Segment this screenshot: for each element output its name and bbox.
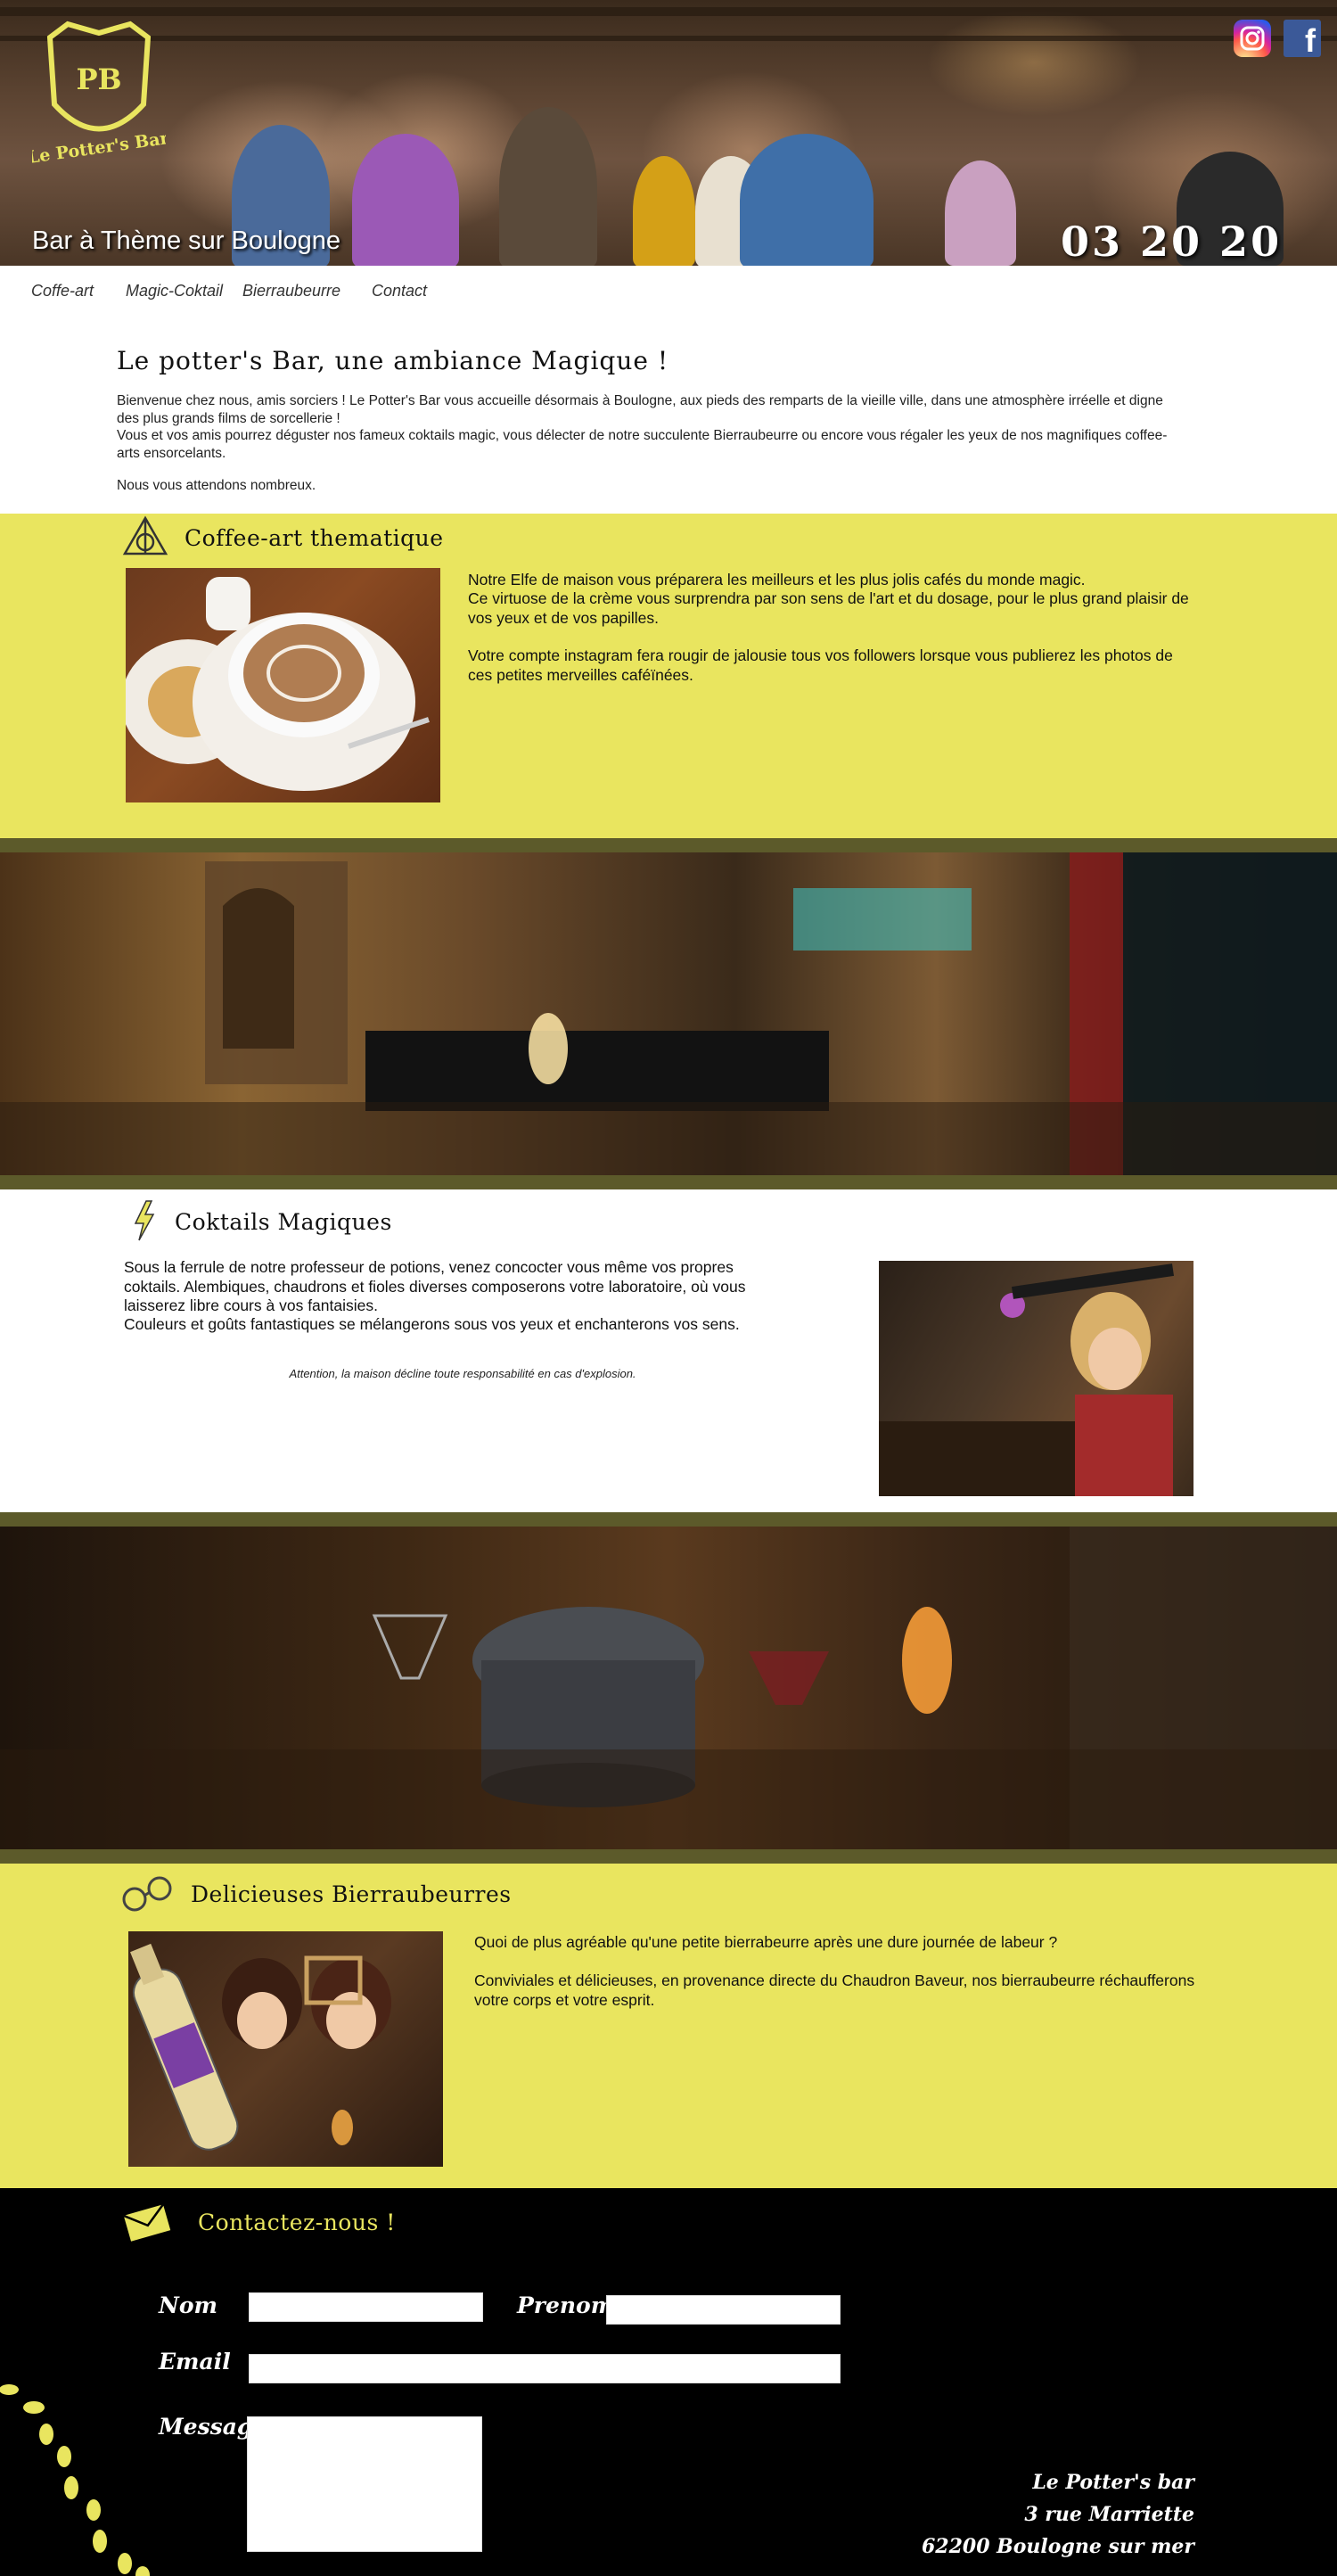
intro-paragraph: Nous vous attendons nombreux. (117, 478, 316, 493)
cocktail-photo (879, 1261, 1193, 1496)
section-divider (0, 1512, 1337, 1527)
hero-tagline: Bar à Thème sur Boulogne (32, 226, 341, 255)
butterbeer-paragraph: Conviviales et délicieuses, en provenanc… (474, 1971, 1195, 2009)
address-street: 3 rue Marriette (1024, 2503, 1194, 2526)
coffee-paragraph: Votre compte instagram fera rougir de ja… (468, 646, 1173, 684)
intro-paragraph: Vous et vos amis pourrez déguster nos fa… (117, 428, 1168, 461)
main-nav: Coffe-art Magic-Coktail Bierraubeurre Co… (0, 266, 1337, 316)
cocktails-paragraph: Sous la ferrule de notre professeur de p… (124, 1258, 746, 1314)
hero-beam (0, 36, 1337, 41)
section-divider (0, 1849, 1337, 1864)
nom-label: Nom (159, 2292, 217, 2318)
great-hall-banner (0, 852, 1337, 1175)
section-divider (0, 838, 1337, 852)
butterbeer-paragraph: Quoi de plus agréable qu'une petite bier… (474, 1933, 1058, 1951)
email-input[interactable] (249, 2354, 841, 2383)
cauldron-banner (0, 1527, 1337, 1849)
prenom-input[interactable] (606, 2295, 841, 2325)
butterbeer-photo (128, 1931, 443, 2167)
instagram-icon[interactable] (1234, 20, 1271, 57)
cocktails-title: Coktails Magiques (175, 1209, 392, 1235)
intro-paragraph: Bienvenue chez nous, amis sorciers ! Le … (117, 393, 1163, 426)
butterbeer-title: Delicieuses Bierraubeurres (191, 1881, 512, 1907)
hero-figure (633, 156, 695, 266)
cocktails-paragraph: Couleurs et goûts fantastiques se mélang… (124, 1315, 740, 1333)
address-name: Le Potter's bar (1032, 2471, 1194, 2494)
coffee-paragraph: Notre Elfe de maison vous préparera les … (468, 571, 1086, 588)
email-label: Email (159, 2349, 231, 2374)
coffee-art-photo (126, 568, 440, 802)
hero-figure (945, 160, 1016, 266)
hero-beam (0, 7, 1337, 16)
hero-figure (352, 134, 459, 266)
hero-phone[interactable]: 03 20 20 20 20 (1061, 218, 1337, 266)
lightning-bolt-icon (134, 1200, 155, 1241)
footprints-decoration (0, 2384, 150, 2576)
message-textarea[interactable] (247, 2416, 482, 2552)
nav-item-coffe-art[interactable]: Coffe-art (31, 282, 94, 300)
intro-title: Le potter's Bar, une ambiance Magique ! (117, 346, 669, 375)
facebook-icon[interactable]: f (1284, 20, 1321, 57)
coffee-paragraph: Ce virtuose de la crème vous surprendra … (468, 589, 1189, 627)
nom-input[interactable] (249, 2292, 483, 2322)
hero-figure (499, 107, 597, 266)
hero-figure (740, 134, 874, 266)
glasses-icon (122, 1876, 172, 1912)
nav-item-magic-coktail[interactable]: Magic-Coktail (126, 282, 223, 300)
coffee-title: Coffee-art thematique (185, 525, 444, 551)
section-divider (0, 1175, 1337, 1189)
cocktails-note: Attention, la maison décline toute respo… (289, 1367, 636, 1380)
nav-item-contact[interactable]: Contact (372, 282, 427, 300)
deathly-hallows-icon (122, 515, 168, 556)
potters-bar-logo[interactable]: PB Le Potter's Bar (32, 20, 166, 171)
logo-name: Le Potter's Bar (32, 128, 166, 168)
prenom-label: Prenom (517, 2292, 615, 2318)
nav-item-bierraubeurre[interactable]: Bierraubeurre (242, 282, 340, 300)
hero-banner: PB Le Potter's Bar Bar à Thème sur Boulo… (0, 0, 1337, 266)
contact-title: Contactez-nous ! (198, 2210, 396, 2235)
envelope-icon (123, 2203, 171, 2242)
logo-monogram: PB (76, 62, 121, 96)
address-city: 62200 Boulogne sur mer (921, 2535, 1194, 2558)
